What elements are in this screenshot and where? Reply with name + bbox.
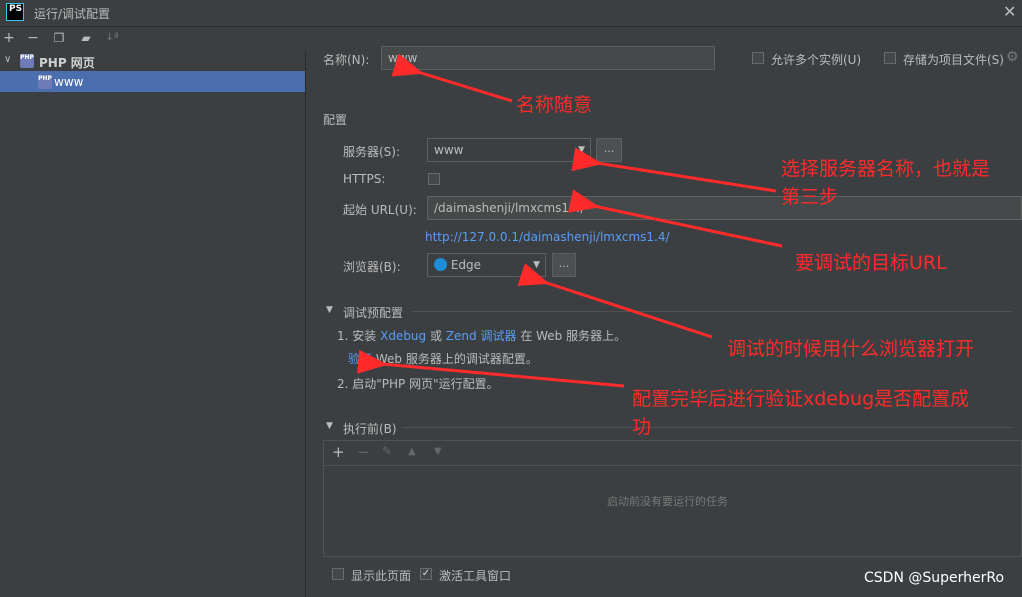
watermark: CSDN @SuperherRo xyxy=(864,570,1005,586)
arrow-url xyxy=(568,189,783,248)
arrow-server xyxy=(571,147,777,193)
arrow-verify xyxy=(357,349,625,388)
arrow-browser xyxy=(517,263,713,339)
annotation-name: 名称随意 xyxy=(516,94,593,116)
annotation-server-line2: 第三步 xyxy=(781,186,839,208)
annotation-browser: 调试的时候用什么浏览器打开 xyxy=(727,338,975,360)
arrow-name xyxy=(391,53,513,103)
annotation-server-line1: 选择服务器名称，也就是 xyxy=(781,158,991,180)
annotation-verify-line2: 功 xyxy=(632,416,652,438)
annotation-verify-line1: 配置完毕后进行验证xdebug是否配置成 xyxy=(632,388,970,410)
annotation-arrows xyxy=(357,53,783,388)
annotation-url: 要调试的目标URL xyxy=(795,252,947,274)
